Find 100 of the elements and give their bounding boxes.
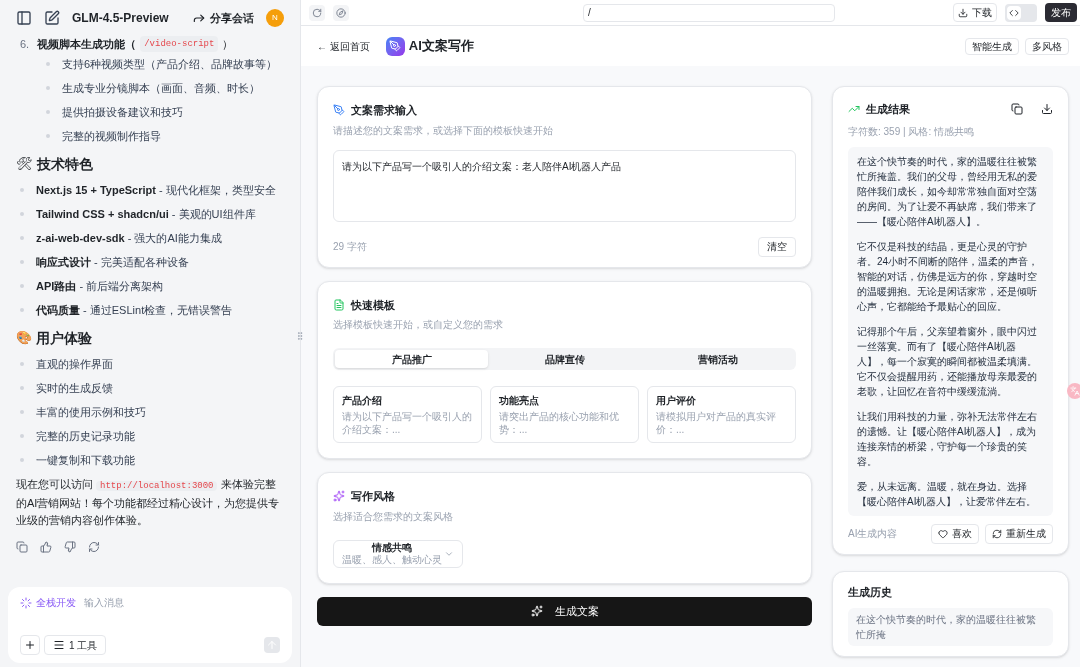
- bullet-icon: [20, 386, 24, 390]
- download-icon: [958, 7, 968, 18]
- card-title: 快速模板: [351, 297, 395, 313]
- bullet-icon: [20, 362, 24, 366]
- code-icon: [1009, 7, 1019, 18]
- resize-handle-icon[interactable]: [295, 330, 305, 342]
- list-item: 完整的视频制作指导: [62, 129, 161, 144]
- template-tab[interactable]: 营销活动: [641, 350, 794, 368]
- generate-button[interactable]: 生成文案: [317, 596, 812, 626]
- app-logo-icon: [385, 36, 405, 56]
- message-input[interactable]: 输入消息: [84, 595, 280, 610]
- section-heading: 用户体验: [36, 330, 92, 346]
- bullet-icon: [20, 260, 24, 264]
- char-count: 29 字符: [333, 240, 367, 254]
- feature-badge: 多风格: [1025, 37, 1069, 55]
- translate-icon[interactable]: [1067, 383, 1080, 399]
- list-item: 实时的生成反馈: [36, 381, 113, 396]
- requirement-input[interactable]: 请为以下产品写一个吸引人的介绍文案：老人陪伴AI机器人产品: [333, 149, 796, 222]
- list-item: API路由 - 前后端分离架构: [36, 279, 164, 294]
- history-item[interactable]: 在这个快节奏的时代，家的温暖往往被繁忙所掩: [848, 608, 1053, 646]
- list-item: 响应式设计 - 完美适配各种设备: [36, 255, 189, 270]
- bullet-icon: [20, 458, 24, 462]
- list-item: 生成专业分镜脚本（画面、音频、时长）: [62, 81, 260, 96]
- clear-button[interactable]: 清空: [758, 236, 796, 257]
- template-option[interactable]: 用户评价 请模拟用户对产品的真实评价：...: [647, 386, 796, 443]
- result-paragraph: 让我们用科技的力量，弥补无法常伴左右的遗憾。让【暖心陪伴AI机器人】，成为连接亲情的桥梁，守护每一个珍贵的笑容。: [857, 409, 1038, 469]
- app-title: AI文案写作: [408, 37, 474, 56]
- list-heading: 视频脚本生成功能（: [37, 37, 137, 52]
- thumbs-up-icon[interactable]: [40, 541, 52, 553]
- bullet-icon: [20, 188, 24, 192]
- add-button[interactable]: [20, 635, 40, 655]
- list-item: 完整的历史记录功能: [36, 429, 135, 444]
- card-title: 生成历史: [848, 584, 893, 600]
- regenerate-button[interactable]: 重新生成: [985, 523, 1053, 544]
- card-subtitle: 请描述您的文案需求，或选择下面的模板快速开始: [333, 123, 554, 138]
- back-link[interactable]: ← 返回首页: [317, 38, 370, 54]
- list-item: Next.js 15 + TypeScript - 现代化框架，类型安全: [36, 183, 276, 198]
- result-meta: 字符数: 359 | 风格: 情感共鸣: [848, 124, 975, 139]
- code-toggle[interactable]: [1005, 3, 1037, 22]
- closing-paragraph: 现在您可以访问 http://localhost:3000 来体验完整的AI营销网站！每个功能都经过精心设计，为您提供专业级的营销内容创作体验。: [16, 477, 281, 528]
- list-item: 代码质量 - 通过ESLint检查，无错误警告: [36, 303, 233, 318]
- bullet-icon: [20, 434, 24, 438]
- list-number: 6.: [20, 37, 30, 52]
- refresh-icon: [992, 528, 1002, 539]
- copy-icon[interactable]: [1011, 103, 1023, 116]
- thumbs-down-icon[interactable]: [64, 541, 76, 553]
- bullet-icon: [46, 134, 50, 138]
- result-paragraph: 爱，从未远离。温暖，就在身边。选择【暖心陪伴AI机器人】，让爱常伴左右。: [857, 479, 1038, 509]
- sidebar-toggle-icon[interactable]: [16, 10, 32, 26]
- spinner-icon: [20, 596, 32, 609]
- bullet-icon: [20, 410, 24, 414]
- style-select[interactable]: 情感共鸣 温暖、感人、触动心灵: [333, 539, 463, 568]
- like-button[interactable]: 喜欢: [931, 523, 979, 544]
- pen-icon: [333, 104, 345, 117]
- template-tab[interactable]: 品牌宣传: [488, 350, 641, 368]
- list-item: z-ai-web-dev-sdk - 强大的AI能力集成: [36, 231, 222, 246]
- card-title: 写作风格: [351, 489, 395, 504]
- copy-icon[interactable]: [16, 541, 28, 553]
- section-emoji: 🛠: [16, 156, 33, 172]
- publish-button[interactable]: 发布: [1045, 3, 1077, 22]
- section-emoji: 🎨: [16, 330, 32, 346]
- sparkles-icon: [530, 605, 543, 617]
- download-icon[interactable]: [1041, 103, 1053, 116]
- share-icon: [192, 11, 206, 25]
- card-title: 文案需求输入: [351, 103, 417, 118]
- tools-button[interactable]: 1 工具: [44, 635, 107, 655]
- result-paragraph: 它不仅是科技的结晶，更是心灵的守护者。24小时不间断的陪伴，温柔的声音，智能的对话，仿佛是远方的你，穿越时空的温暖拥抱。无论是闲话家常，还是倾听心声，它都能给予最贴心的回应。: [857, 239, 1040, 314]
- list-item: 提供拍摄设备建议和技巧: [62, 105, 183, 120]
- template-option[interactable]: 功能亮点 请突出产品的核心功能和优势：...: [490, 386, 639, 443]
- inline-code: /video-script: [140, 36, 219, 52]
- card-title: 生成结果: [866, 102, 910, 117]
- plus-icon: [24, 639, 36, 651]
- template-tab[interactable]: 产品推广: [335, 350, 488, 368]
- model-title: GLM-4.5-Preview: [72, 10, 169, 27]
- heart-icon: [938, 528, 948, 539]
- message-composer[interactable]: 全栈开发 输入消息 1 工具: [8, 587, 292, 663]
- bullet-icon: [46, 62, 50, 66]
- bullet-icon: [20, 236, 24, 240]
- compass-icon[interactable]: [333, 4, 349, 21]
- download-button[interactable]: 下载: [953, 3, 997, 22]
- bullet-icon: [20, 284, 24, 288]
- list-item: 一键复制和下载功能: [36, 453, 135, 468]
- list-item: 支持6种视频类型（产品介绍、品牌故事等）: [62, 57, 278, 72]
- new-chat-icon[interactable]: [44, 10, 60, 26]
- list-item: 直观的操作界面: [36, 357, 113, 372]
- result-paragraph: 记得那个午后，父亲望着窗外，眼中闪过一丝落寞。而有了【暖心陪伴AI机器人】，每一个寂寞的瞬间都被温柔填满。它不仅会提醒用药，还能播放母亲最爱的老歌，让回忆在音符中缓缓流淌。: [857, 324, 1038, 399]
- share-button[interactable]: 分享会话: [192, 9, 254, 27]
- url-field[interactable]: /: [583, 3, 835, 22]
- bullet-icon: [46, 86, 50, 90]
- bullet-icon: [20, 308, 24, 312]
- ai-content-label: AI生成内容: [848, 527, 898, 541]
- sparkles-icon: [333, 490, 345, 503]
- reload-icon[interactable]: [309, 4, 325, 21]
- list-heading: ）: [222, 37, 234, 52]
- feature-badge: 智能生成: [965, 37, 1019, 55]
- mode-chip[interactable]: 全栈开发: [20, 595, 76, 610]
- card-subtitle: 选择适合您需求的文案风格: [333, 509, 454, 524]
- bullet-icon: [20, 212, 24, 216]
- result-paragraph: 在这个快节奏的时代，家的温暖往往被繁忙所掩盖。我们的父母，曾经用无私的爱陪伴我们成长，如今却常常独自面对空荡的房间。为了让爱不再缺席，我们带来了——【暖心陪伴AI机器人】。: [857, 154, 1038, 229]
- refresh-icon[interactable]: [88, 541, 100, 553]
